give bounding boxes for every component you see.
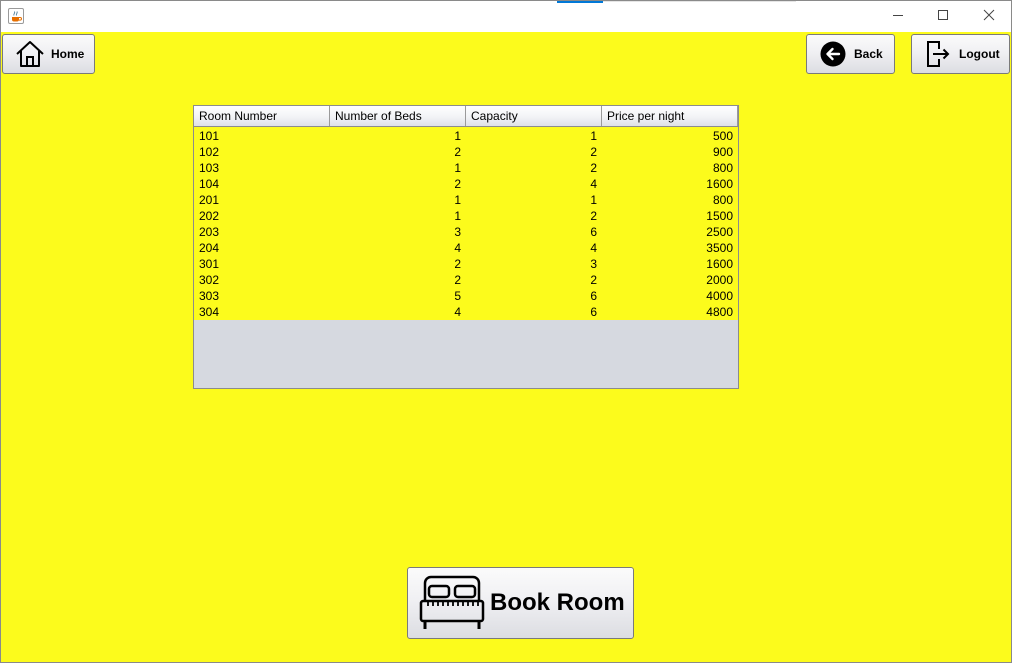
- title-bar-shade: [603, 1, 796, 2]
- column-header[interactable]: Number of Beds: [330, 106, 466, 126]
- table-row[interactable]: 103 1 2 800: [194, 160, 738, 176]
- table-cell: 104: [199, 177, 220, 191]
- table-row[interactable]: 303 5 6 4000: [194, 288, 738, 304]
- home-button[interactable]: Home: [2, 34, 95, 74]
- table-row[interactable]: 202 1 2 1500: [194, 208, 738, 224]
- rooms-table[interactable]: Room Number Number of Beds Capacity Price p…: [193, 105, 739, 389]
- table-cell: 1600: [706, 177, 733, 191]
- table-cell: 102: [199, 145, 220, 159]
- logout-label: Logout: [959, 47, 1000, 61]
- table-body: 101 1 1 500 102 2 2 900 103 1 2 800 104 2 4 1600 201 1 1 80…: [194, 127, 738, 320]
- close-icon: [983, 8, 995, 26]
- arrow-left-circle-icon: [820, 41, 846, 67]
- table-cell: 3: [590, 257, 597, 271]
- column-header[interactable]: Capacity: [466, 106, 602, 126]
- minimize-icon: [892, 8, 904, 26]
- table-cell: 5: [454, 289, 461, 303]
- table-cell: 3: [454, 225, 461, 239]
- table-cell: 2: [590, 273, 597, 287]
- table-cell: 2: [590, 209, 597, 223]
- column-header[interactable]: Room Number: [194, 106, 330, 126]
- table-cell: 303: [199, 289, 220, 303]
- table-row[interactable]: 304 4 6 4800: [194, 304, 738, 320]
- table-row[interactable]: 203 3 6 2500: [194, 224, 738, 240]
- table-cell: 2: [454, 177, 461, 191]
- maximize-icon: [937, 8, 949, 26]
- main-panel: Home Back Logout Room Number Number of Be…: [1, 32, 1011, 662]
- table-row[interactable]: 302 2 2 2000: [194, 272, 738, 288]
- table-cell: 202: [199, 209, 220, 223]
- table-cell: 6: [590, 305, 597, 319]
- table-cell: 4: [590, 177, 597, 191]
- column-header[interactable]: Price per night: [602, 106, 738, 126]
- table-cell: 204: [199, 241, 220, 255]
- home-label: Home: [51, 47, 85, 61]
- back-button[interactable]: Back: [806, 34, 895, 74]
- maximize-button[interactable]: [920, 1, 966, 32]
- table-cell: 3500: [706, 241, 733, 255]
- table-cell: 1500: [706, 209, 733, 223]
- table-cell: 103: [199, 161, 220, 175]
- table-cell: 900: [712, 145, 733, 159]
- table-cell: 1: [590, 193, 597, 207]
- table-cell: 4000: [706, 289, 733, 303]
- table-cell: 201: [199, 193, 220, 207]
- java-cup-icon: [8, 8, 24, 24]
- table-cell: 1: [454, 193, 461, 207]
- table-cell: 1: [454, 209, 461, 223]
- table-cell: 800: [712, 193, 733, 207]
- book-room-button[interactable]: Book Room: [407, 567, 634, 639]
- title-bar-accent: [557, 1, 603, 3]
- table-cell: 6: [590, 289, 597, 303]
- table-cell: 304: [199, 305, 220, 319]
- table-cell: 2: [454, 257, 461, 271]
- table-cell: 203: [199, 225, 220, 239]
- title-bar: [1, 1, 1011, 32]
- table-row[interactable]: 102 2 2 900: [194, 144, 738, 160]
- table-row[interactable]: 201 1 1 800: [194, 192, 738, 208]
- close-button[interactable]: [966, 1, 1012, 32]
- logout-door-icon: [926, 40, 950, 68]
- bed-icon: [419, 575, 485, 631]
- app-window: Home Back Logout Room Number Number of Be…: [0, 0, 1012, 663]
- table-row[interactable]: 101 1 1 500: [194, 128, 738, 144]
- table-cell: 4: [454, 241, 461, 255]
- table-cell: 2000: [706, 273, 733, 287]
- table-cell: 4: [590, 241, 597, 255]
- minimize-button[interactable]: [875, 1, 921, 32]
- table-cell: 1: [454, 129, 461, 143]
- back-label: Back: [854, 47, 883, 61]
- table-cell: 1600: [706, 257, 733, 271]
- table-cell: 800: [712, 161, 733, 175]
- table-cell: 6: [590, 225, 597, 239]
- table-cell: 2500: [706, 225, 733, 239]
- table-row[interactable]: 204 4 4 3500: [194, 240, 738, 256]
- book-room-label: Book Room: [490, 589, 625, 616]
- logout-button[interactable]: Logout: [911, 34, 1010, 74]
- table-cell: 2: [454, 273, 461, 287]
- table-cell: 101: [199, 129, 220, 143]
- table-cell: 2: [454, 145, 461, 159]
- table-cell: 301: [199, 257, 220, 271]
- house-icon: [15, 40, 45, 68]
- table-cell: 2: [590, 145, 597, 159]
- table-cell: 1: [454, 161, 461, 175]
- table-header: Room Number Number of Beds Capacity Price p…: [194, 106, 738, 127]
- table-cell: 4: [454, 305, 461, 319]
- table-row[interactable]: 104 2 4 1600: [194, 176, 738, 192]
- table-row[interactable]: 301 2 3 1600: [194, 256, 738, 272]
- table-cell: 1: [590, 129, 597, 143]
- table-cell: 302: [199, 273, 220, 287]
- table-cell: 500: [712, 129, 733, 143]
- table-cell: 4800: [706, 305, 733, 319]
- table-cell: 2: [590, 161, 597, 175]
